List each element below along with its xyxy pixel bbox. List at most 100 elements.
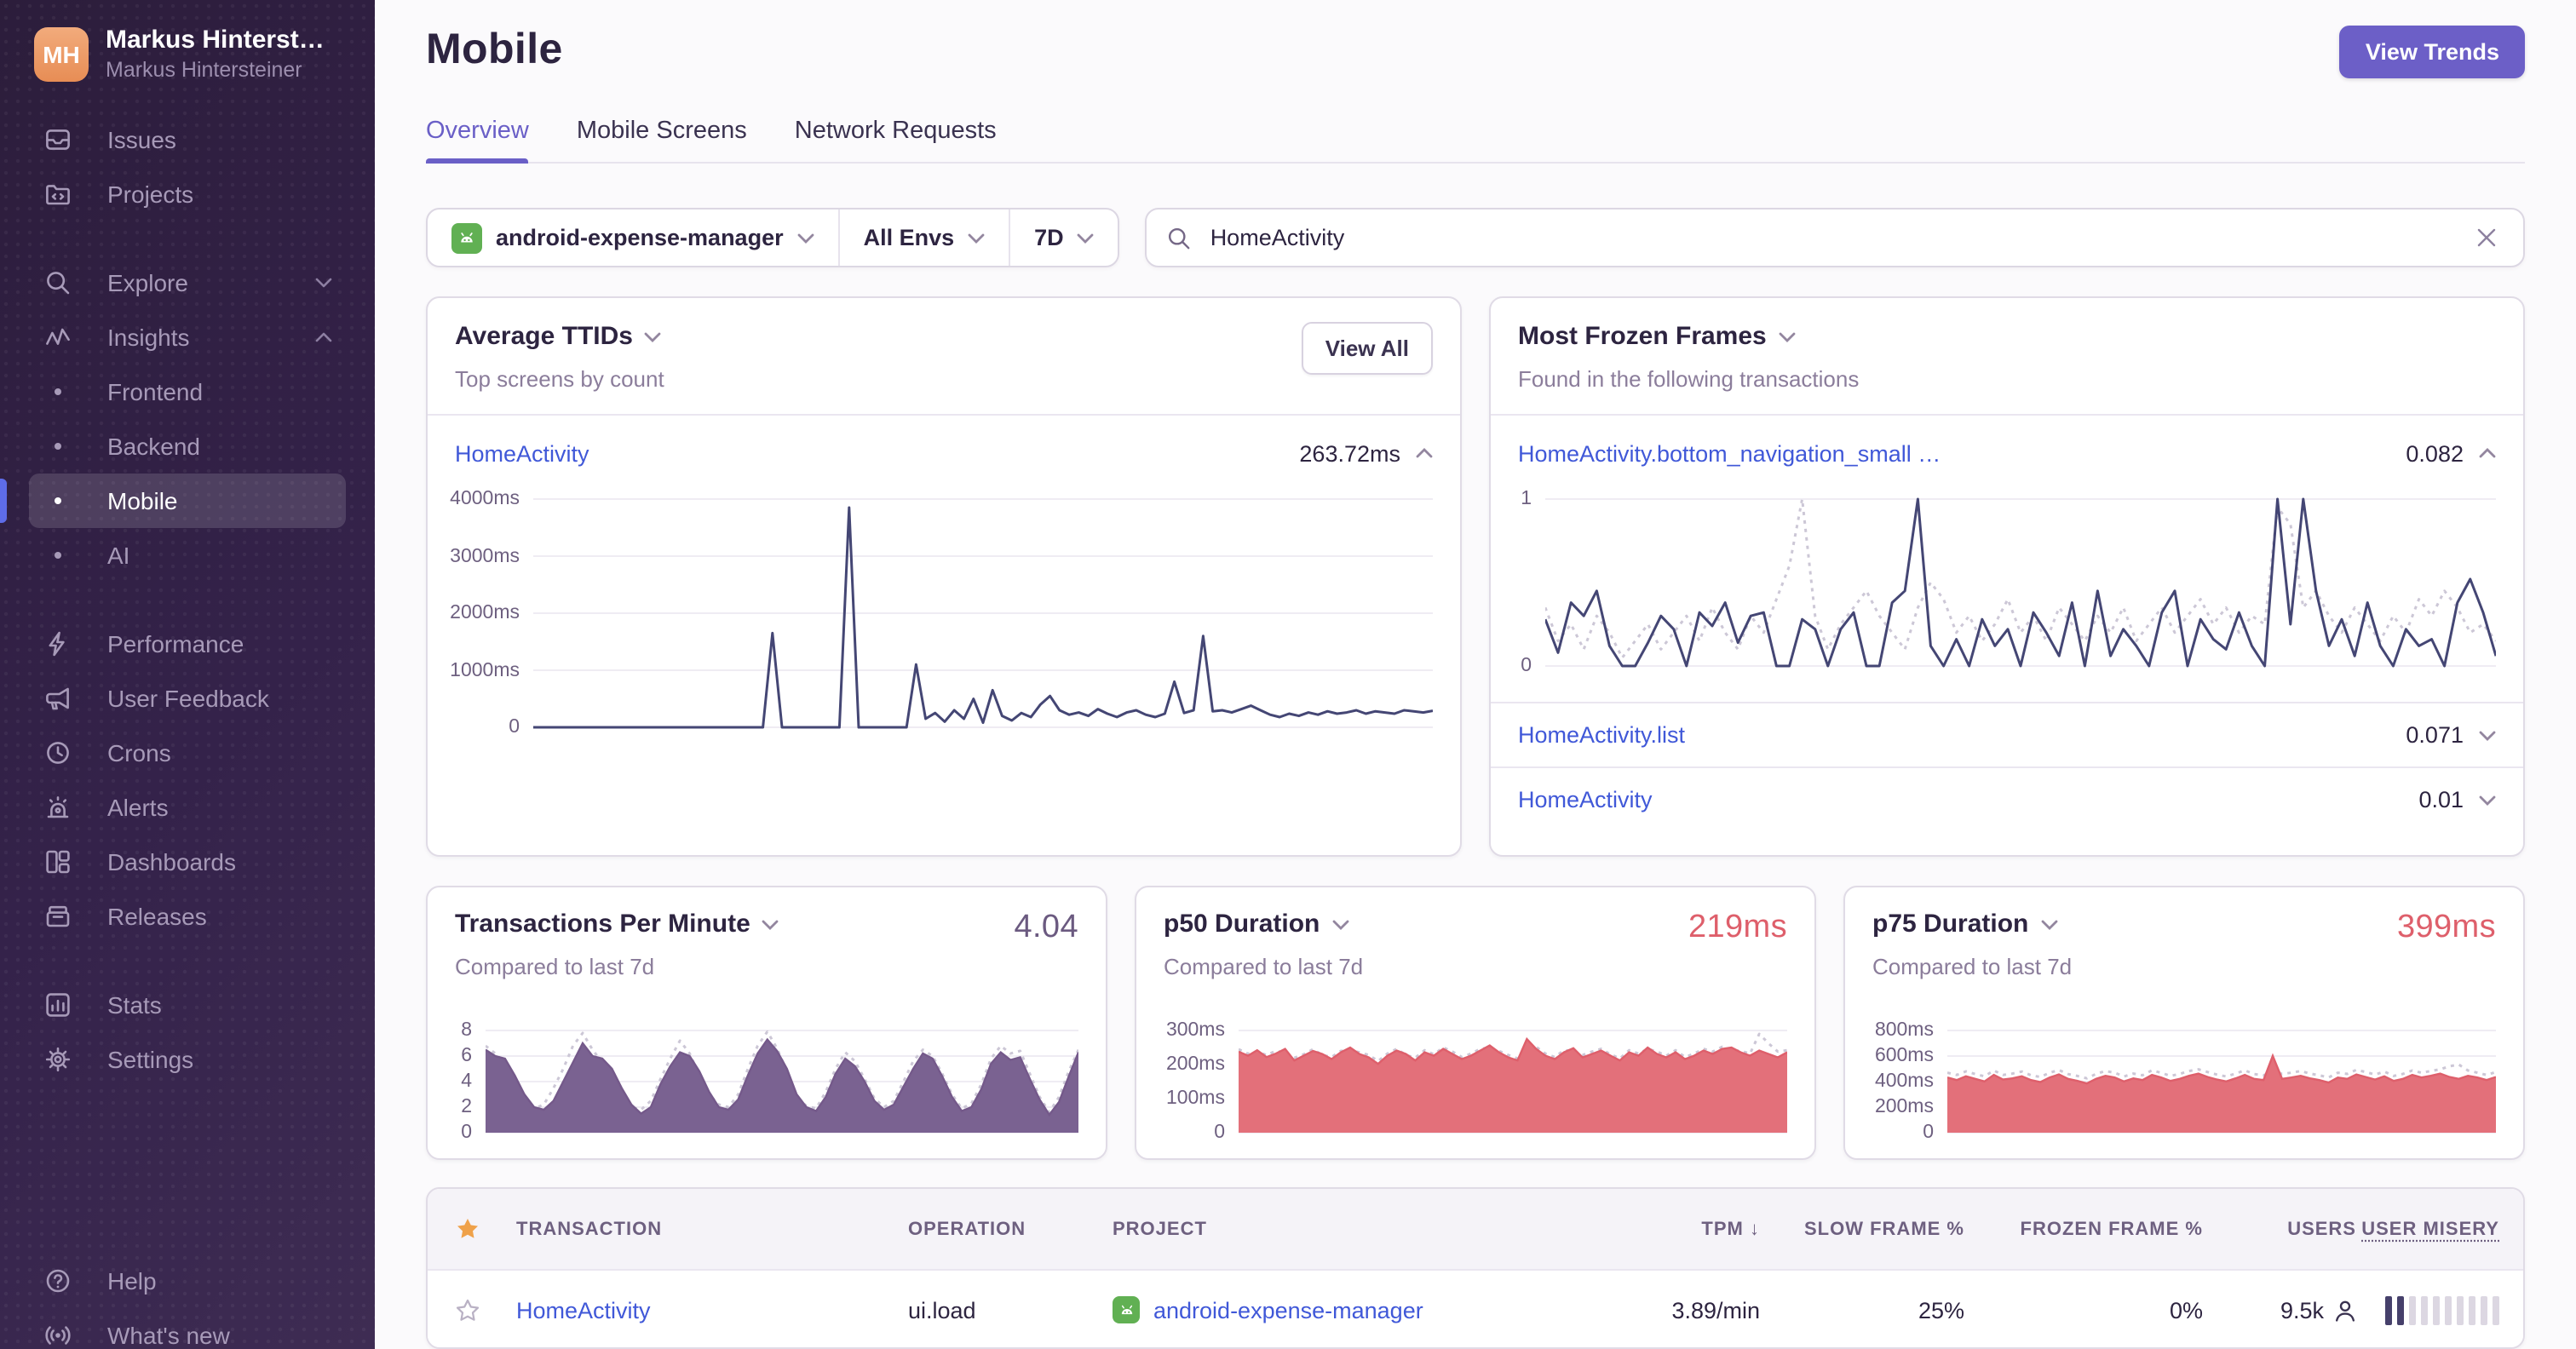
column-header-users[interactable]: USERS [2203, 1219, 2356, 1239]
tab-mobile-screens[interactable]: Mobile Screens [577, 118, 747, 162]
sidebar-item-label: User Feedback [107, 685, 269, 712]
sidebar-item-alerts[interactable]: Alerts [29, 780, 346, 835]
view-all-button[interactable]: View All [1301, 322, 1433, 375]
user-name: Markus Hintersteiner [106, 58, 302, 82]
sidebar-item-crons[interactable]: Crons [29, 726, 346, 780]
transaction-link[interactable]: HomeActivity [516, 1297, 908, 1323]
search-input[interactable] [1206, 223, 2455, 252]
sidebar-item-performance[interactable]: Performance [29, 617, 346, 671]
tab-overview[interactable]: Overview [426, 118, 530, 164]
page-filters: android-expense-manager All Envs 7D [426, 208, 1120, 267]
date-range-selector[interactable]: 7D [1010, 210, 1118, 266]
sidebar-item-user-feedback[interactable]: User Feedback [29, 671, 346, 726]
column-header-tpm-sorted[interactable]: TPM ↓ [1590, 1219, 1760, 1239]
project-selector[interactable]: android-expense-manager [428, 210, 838, 266]
chevron-down-icon [1331, 919, 1348, 929]
sidebar-item-backend[interactable]: Backend [29, 419, 346, 474]
sidebar-item-frontend[interactable]: Frontend [29, 365, 346, 419]
column-header-transaction[interactable]: TRANSACTION [516, 1219, 908, 1239]
transaction-link[interactable]: HomeActivity [455, 440, 589, 466]
card-title-dropdown[interactable]: Most Frozen Frames [1518, 322, 1859, 351]
environment-selector[interactable]: All Envs [840, 210, 1009, 266]
sidebar-item-label: Mobile [107, 487, 178, 514]
expand-chevron-down-icon[interactable] [2479, 730, 2496, 740]
most-frozen-frames-card: Most Frozen Frames Found in the followin… [1489, 296, 2525, 857]
sidebar-item-label: Projects [107, 181, 194, 208]
table-row: HomeActivity ui.load android-expense-man… [428, 1269, 2523, 1347]
p75-duration-card: p75 Duration Compared to last 7d 399ms 8… [1843, 886, 2525, 1160]
sidebar-item-explore[interactable]: Explore [29, 255, 346, 310]
transaction-value: 0.071 [2406, 722, 2464, 748]
card-title: p75 Duration [1872, 910, 2029, 939]
column-header-user-misery[interactable]: USER MISERY [2356, 1219, 2499, 1239]
sidebar-item-label: AI [107, 542, 130, 569]
clear-search-icon[interactable] [2470, 221, 2503, 254]
collapse-chevron-up-icon[interactable] [1416, 448, 1433, 458]
page-header: Mobile View Trends [426, 0, 2525, 78]
sidebar-item-mobile[interactable]: Mobile [29, 474, 346, 528]
card-title-dropdown[interactable]: Transactions Per Minute [455, 910, 779, 939]
view-trends-button[interactable]: View Trends [2339, 26, 2525, 78]
bullet-icon [44, 542, 72, 569]
sidebar-item-releases[interactable]: Releases [29, 889, 346, 944]
environment-selector-label: All Envs [863, 225, 955, 250]
user-icon [2334, 1299, 2356, 1321]
average-ttids-card: Average TTIDs Top screens by count View … [426, 296, 1462, 857]
area-chart [1947, 1025, 2496, 1138]
transaction-row: HomeActivity.list 0.071 [1491, 703, 2523, 766]
sidebar-item-settings[interactable]: Settings [29, 1032, 346, 1087]
star-filled-icon[interactable] [455, 1216, 516, 1242]
card-subtitle: Compared to last 7d [1872, 954, 2073, 979]
user-misery-bars [2356, 1295, 2499, 1324]
chevron-down-icon [968, 232, 985, 243]
card-subtitle: Found in the following transactions [1518, 366, 1860, 392]
transaction-link[interactable]: HomeActivity.list [1518, 722, 1685, 748]
sidebar-item-ai[interactable]: AI [29, 528, 346, 583]
chevron-down-icon [2040, 919, 2057, 929]
card-header: Most Frozen Frames Found in the followin… [1491, 298, 2523, 414]
chevron-down-icon [797, 232, 814, 243]
org-switcher[interactable]: MH Markus Hintersteiner Markus Hinterste… [0, 0, 375, 99]
column-header-frozen-frame[interactable]: FROZEN FRAME % [1964, 1219, 2203, 1239]
sidebar-item-help[interactable]: Help [29, 1254, 346, 1308]
card-title-dropdown[interactable]: Average TTIDs [455, 322, 664, 351]
sidebar-item-label: Crons [107, 739, 171, 766]
project-cell: android-expense-manager [1113, 1296, 1590, 1323]
avatar[interactable]: MH [34, 26, 89, 81]
card-title-dropdown[interactable]: p50 Duration [1164, 910, 1363, 939]
metric-value: 4.04 [1014, 910, 1078, 945]
sidebar-item-whats-new[interactable]: What's new [29, 1308, 346, 1349]
users-cell: 9.5k [2203, 1297, 2356, 1323]
sidebar-item-stats[interactable]: Stats [29, 978, 346, 1032]
sidebar-item-label: Alerts [107, 794, 169, 821]
transaction-link[interactable]: HomeActivity.bottom_navigation_small … [1518, 440, 1941, 466]
area-chart [1239, 1025, 1787, 1138]
sidebar-item-insights[interactable]: Insights [29, 310, 346, 365]
sidebar-item-projects[interactable]: Projects [29, 167, 346, 221]
project-link[interactable]: android-expense-manager [1153, 1297, 1423, 1323]
gear-icon [44, 1046, 72, 1073]
sidebar-item-issues[interactable]: Issues [29, 112, 346, 167]
megaphone-icon [44, 685, 72, 712]
column-header-project[interactable]: PROJECT [1113, 1219, 1590, 1239]
card-title: Most Frozen Frames [1518, 322, 1767, 351]
transaction-link[interactable]: HomeActivity [1518, 787, 1653, 812]
sidebar-item-label: Stats [107, 991, 162, 1019]
sidebar-item-label: Performance [107, 630, 244, 657]
area-chart [486, 1025, 1078, 1138]
date-range-label: 7D [1034, 225, 1064, 250]
star-outline-icon[interactable] [455, 1297, 516, 1323]
collapse-chevron-up-icon[interactable] [2479, 448, 2496, 458]
expand-chevron-down-icon[interactable] [2479, 795, 2496, 805]
column-header-slow-frame[interactable]: SLOW FRAME % [1760, 1219, 1964, 1239]
column-header-operation[interactable]: OPERATION [908, 1219, 1113, 1239]
card-title-dropdown[interactable]: p75 Duration [1872, 910, 2072, 939]
transaction-value: 263.72ms [1299, 440, 1400, 466]
operation-cell: ui.load [908, 1297, 976, 1323]
chevron-down-icon [1779, 331, 1796, 342]
widgets-row-2: Transactions Per Minute Compared to last… [426, 886, 2525, 1160]
page-title: Mobile [426, 26, 563, 73]
transaction-row: HomeActivity.bottom_navigation_small … 0… [1491, 416, 2523, 491]
tab-network-requests[interactable]: Network Requests [795, 118, 997, 162]
sidebar-item-dashboards[interactable]: Dashboards [29, 835, 346, 889]
